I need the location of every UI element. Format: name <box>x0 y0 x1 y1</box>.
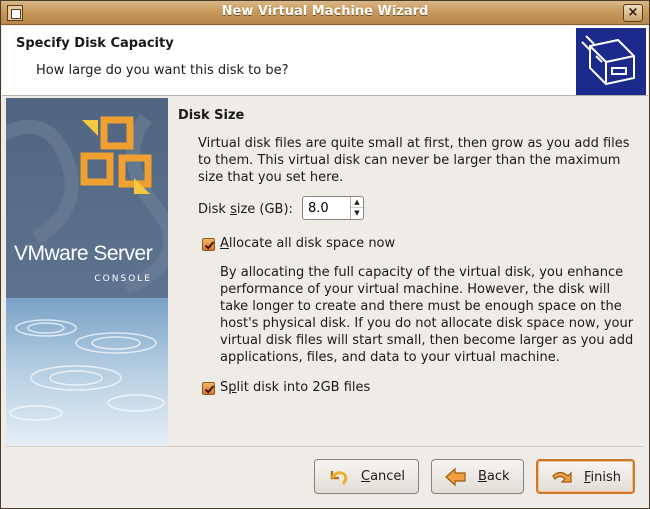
section-title: Disk Size <box>178 108 245 123</box>
vmware-brand: VMware Server <box>14 242 153 265</box>
title-bar[interactable]: New Virtual Machine Wizard × <box>1 1 649 25</box>
wizard-window: New Virtual Machine Wizard × Specify Dis… <box>0 0 650 509</box>
left-arrow-icon <box>445 467 466 487</box>
page-title: Specify Disk Capacity <box>16 36 174 51</box>
disk-size-spinner[interactable]: ▲ ▼ <box>302 196 364 220</box>
allocate-label[interactable]: Allocate all disk space now <box>220 236 395 251</box>
vmware-brand-sub: CONSOLE <box>94 274 152 284</box>
finish-label: Finish <box>584 470 622 485</box>
page-subtitle: How large do you want this disk to be? <box>36 63 289 78</box>
split-checkbox[interactable] <box>202 382 215 395</box>
spinner-down-icon[interactable]: ▼ <box>351 208 363 219</box>
finish-arrow-icon <box>552 471 572 483</box>
checkmark-icon <box>204 385 215 394</box>
disk-size-input[interactable] <box>305 199 349 217</box>
back-button[interactable]: Back <box>431 459 524 494</box>
vmware-banner: VMware Server CONSOLE <box>6 98 168 446</box>
intro-text: Virtual disk files are quite small at fi… <box>198 136 630 185</box>
disk-size-label: Disk size (GB): <box>198 202 293 217</box>
split-label[interactable]: Split disk into 2GB files <box>220 380 370 395</box>
checkmark-icon <box>204 241 215 250</box>
water-ripples-image <box>6 298 168 446</box>
wizard-header: Specify Disk Capacity How large do you w… <box>2 26 648 96</box>
undo-arrow-icon <box>330 471 348 485</box>
spinner-up-icon[interactable]: ▲ <box>351 197 363 208</box>
allocate-description: By allocating the full capacity of the v… <box>220 265 634 365</box>
finish-button[interactable]: Finish <box>536 459 635 494</box>
allocate-checkbox[interactable] <box>202 238 215 251</box>
back-label: Back <box>478 469 510 484</box>
window-title: New Virtual Machine Wizard <box>221 4 429 19</box>
footer-divider <box>6 446 644 447</box>
cancel-label: Cancel <box>361 469 406 484</box>
vmware-logo-icon <box>6 113 168 295</box>
hard-disk-icon <box>576 28 646 95</box>
close-button[interactable]: × <box>623 4 643 22</box>
cancel-button[interactable]: Cancel <box>314 459 419 494</box>
